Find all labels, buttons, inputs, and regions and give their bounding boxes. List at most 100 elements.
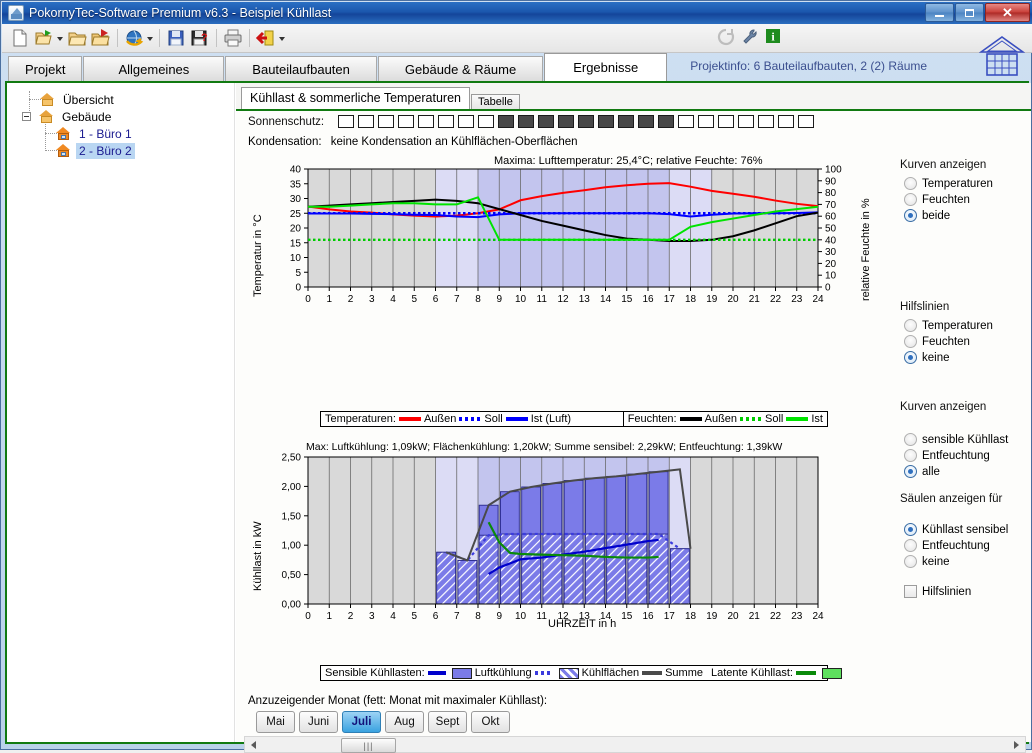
radio-saeulen-kuehllast-sensibel[interactable]: Kühllast sensibel	[904, 523, 1008, 536]
radio-kurven2-sensible[interactable]: sensible Kühllast	[904, 433, 1008, 446]
print-button[interactable]	[222, 27, 244, 49]
open-recent-button[interactable]	[33, 27, 55, 49]
group-title-kurven-2: Kurven anzeigen	[900, 401, 986, 413]
wrench-icon[interactable]	[740, 27, 762, 49]
radio-icon[interactable]	[904, 177, 917, 190]
sonnenschutz-box	[698, 115, 714, 128]
svg-text:14: 14	[600, 294, 612, 305]
radio-kurven1-beide[interactable]: beide	[904, 209, 950, 222]
legend-line-luftkuehlung	[428, 671, 446, 675]
svg-text:0,50: 0,50	[282, 570, 302, 581]
radio-hilfslinien-feuchten[interactable]: Feuchten	[904, 335, 970, 348]
info-icon[interactable]: i	[764, 27, 786, 49]
sonnenschutz-boxes	[338, 115, 818, 128]
refresh-globe-button[interactable]	[123, 27, 145, 49]
sonnenschutz-box	[638, 115, 654, 128]
toolbar-separator	[159, 29, 160, 47]
svg-text:21: 21	[749, 611, 761, 622]
svg-text:2: 2	[348, 611, 354, 622]
radio-saeulen-entfeuchtung[interactable]: Entfeuchtung	[904, 539, 990, 552]
tab-bauteilaufbauten[interactable]: Bauteilaufbauten	[225, 56, 377, 81]
refresh-dropdown-arrow[interactable]	[146, 27, 155, 49]
main-tab-strip: Projekt Allgemeines Bauteilaufbauten Geb…	[2, 53, 1032, 81]
checkbox-icon[interactable]	[904, 585, 917, 598]
sonnenschutz-box	[758, 115, 774, 128]
radio-icon[interactable]	[904, 319, 917, 332]
svg-text:10: 10	[515, 294, 527, 305]
radio-hilfslinien-keine[interactable]: keine	[904, 351, 950, 364]
month-selector: Mai Juni Juli Aug Sept Okt	[256, 711, 514, 733]
tree-expander-icon[interactable]	[22, 112, 31, 121]
month-button-sept[interactable]: Sept	[428, 711, 467, 733]
new-document-button[interactable]	[9, 27, 31, 49]
minimize-button[interactable]	[925, 3, 954, 22]
tree-item-buero-1[interactable]: 1 - Büro 1	[56, 125, 135, 142]
radio-icon[interactable]	[904, 351, 917, 364]
legend-group-title: Sensible Kühllasten:	[325, 667, 425, 679]
exit-button[interactable]	[255, 27, 277, 49]
radio-icon[interactable]	[904, 539, 917, 552]
refresh-circle-icon[interactable]	[716, 27, 738, 49]
radio-label: Entfeuchtung	[922, 540, 990, 552]
window-buttons: ✕	[924, 3, 1030, 22]
results-panel: Kühllast & sommerliche Temperaturen Tabe…	[236, 83, 1031, 742]
month-button-aug[interactable]: Aug	[385, 711, 424, 733]
subtab-kuehllast-temperaturen[interactable]: Kühllast & sommerliche Temperaturen	[241, 87, 470, 109]
sonnenschutz-box	[718, 115, 734, 128]
maximize-button[interactable]	[955, 3, 984, 22]
radio-icon[interactable]	[904, 209, 917, 222]
subtab-tabelle[interactable]: Tabelle	[471, 94, 520, 109]
title-bar: PokornyTec-Software Premium v6.3 - Beisp…	[2, 2, 1032, 24]
house-orange-icon	[56, 144, 71, 157]
save-as-button[interactable]: ?	[189, 27, 211, 49]
month-button-juni[interactable]: Juni	[299, 711, 338, 733]
tree-item-buero-2[interactable]: 2 - Büro 2	[56, 142, 135, 159]
close-button[interactable]: ✕	[985, 3, 1030, 22]
svg-text:10: 10	[515, 611, 527, 622]
radio-kurven2-alle[interactable]: alle	[904, 465, 940, 478]
svg-text:0: 0	[825, 283, 831, 294]
save-button[interactable]	[165, 27, 187, 49]
open-recent-dropdown-arrow[interactable]	[56, 27, 65, 49]
scrollbar-grip: |||	[363, 741, 373, 751]
svg-text:20: 20	[727, 294, 739, 305]
radio-kurven1-temperaturen[interactable]: Temperaturen	[904, 177, 993, 190]
open-import-button[interactable]	[90, 27, 112, 49]
radio-kurven2-entfeuchtung[interactable]: Entfeuchtung	[904, 449, 990, 462]
svg-text:7: 7	[454, 611, 460, 622]
radio-icon[interactable]	[904, 193, 917, 206]
radio-hilfslinien-temperaturen[interactable]: Temperaturen	[904, 319, 993, 332]
legend-swatch-kuehlflaechen	[559, 668, 579, 679]
legend-group-title: Feuchten:	[628, 413, 677, 425]
exit-dropdown-arrow[interactable]	[278, 27, 287, 49]
legend-label: Außen	[705, 413, 737, 425]
checkbox-hilfslinien[interactable]: Hilfslinien	[904, 585, 971, 598]
svg-text:10: 10	[290, 253, 302, 264]
radio-saeulen-keine[interactable]: keine	[904, 555, 950, 568]
radio-icon[interactable]	[904, 335, 917, 348]
svg-text:8: 8	[475, 294, 481, 305]
sub-tab-strip: Kühllast & sommerliche Temperaturen Tabe…	[241, 87, 521, 109]
horizontal-scrollbar[interactable]: |||	[244, 736, 1026, 753]
radio-icon[interactable]	[904, 555, 917, 568]
tab-gebaeude-raeume[interactable]: Gebäude & Räume	[378, 56, 543, 81]
scrollbar-thumb[interactable]: |||	[341, 738, 396, 753]
tree-item-gebaeude[interactable]: Gebäude	[22, 108, 114, 125]
month-button-mai[interactable]: Mai	[256, 711, 295, 733]
legend-label: Soll	[765, 413, 783, 425]
tab-ergebnisse[interactable]: Ergebnisse	[544, 53, 667, 81]
open-folder-button[interactable]	[66, 27, 88, 49]
radio-icon[interactable]	[904, 465, 917, 478]
tab-projekt[interactable]: Projekt	[8, 56, 82, 81]
tree-item-uebersicht[interactable]: Übersicht	[40, 91, 117, 108]
radio-icon[interactable]	[904, 449, 917, 462]
radio-icon[interactable]	[904, 523, 917, 536]
month-button-juli[interactable]: Juli	[342, 711, 381, 733]
svg-text:17: 17	[664, 611, 676, 622]
legend-group-temperaturen: Temperaturen: Außen Soll Ist (Luft)	[321, 412, 623, 427]
radio-icon[interactable]	[904, 433, 917, 446]
month-button-okt[interactable]: Okt	[471, 711, 510, 733]
radio-kurven1-feuchten[interactable]: Feuchten	[904, 193, 970, 206]
legend-group-feuchten: Feuchten: Außen Soll Ist	[624, 412, 827, 427]
tab-allgemeines[interactable]: Allgemeines	[83, 56, 224, 81]
